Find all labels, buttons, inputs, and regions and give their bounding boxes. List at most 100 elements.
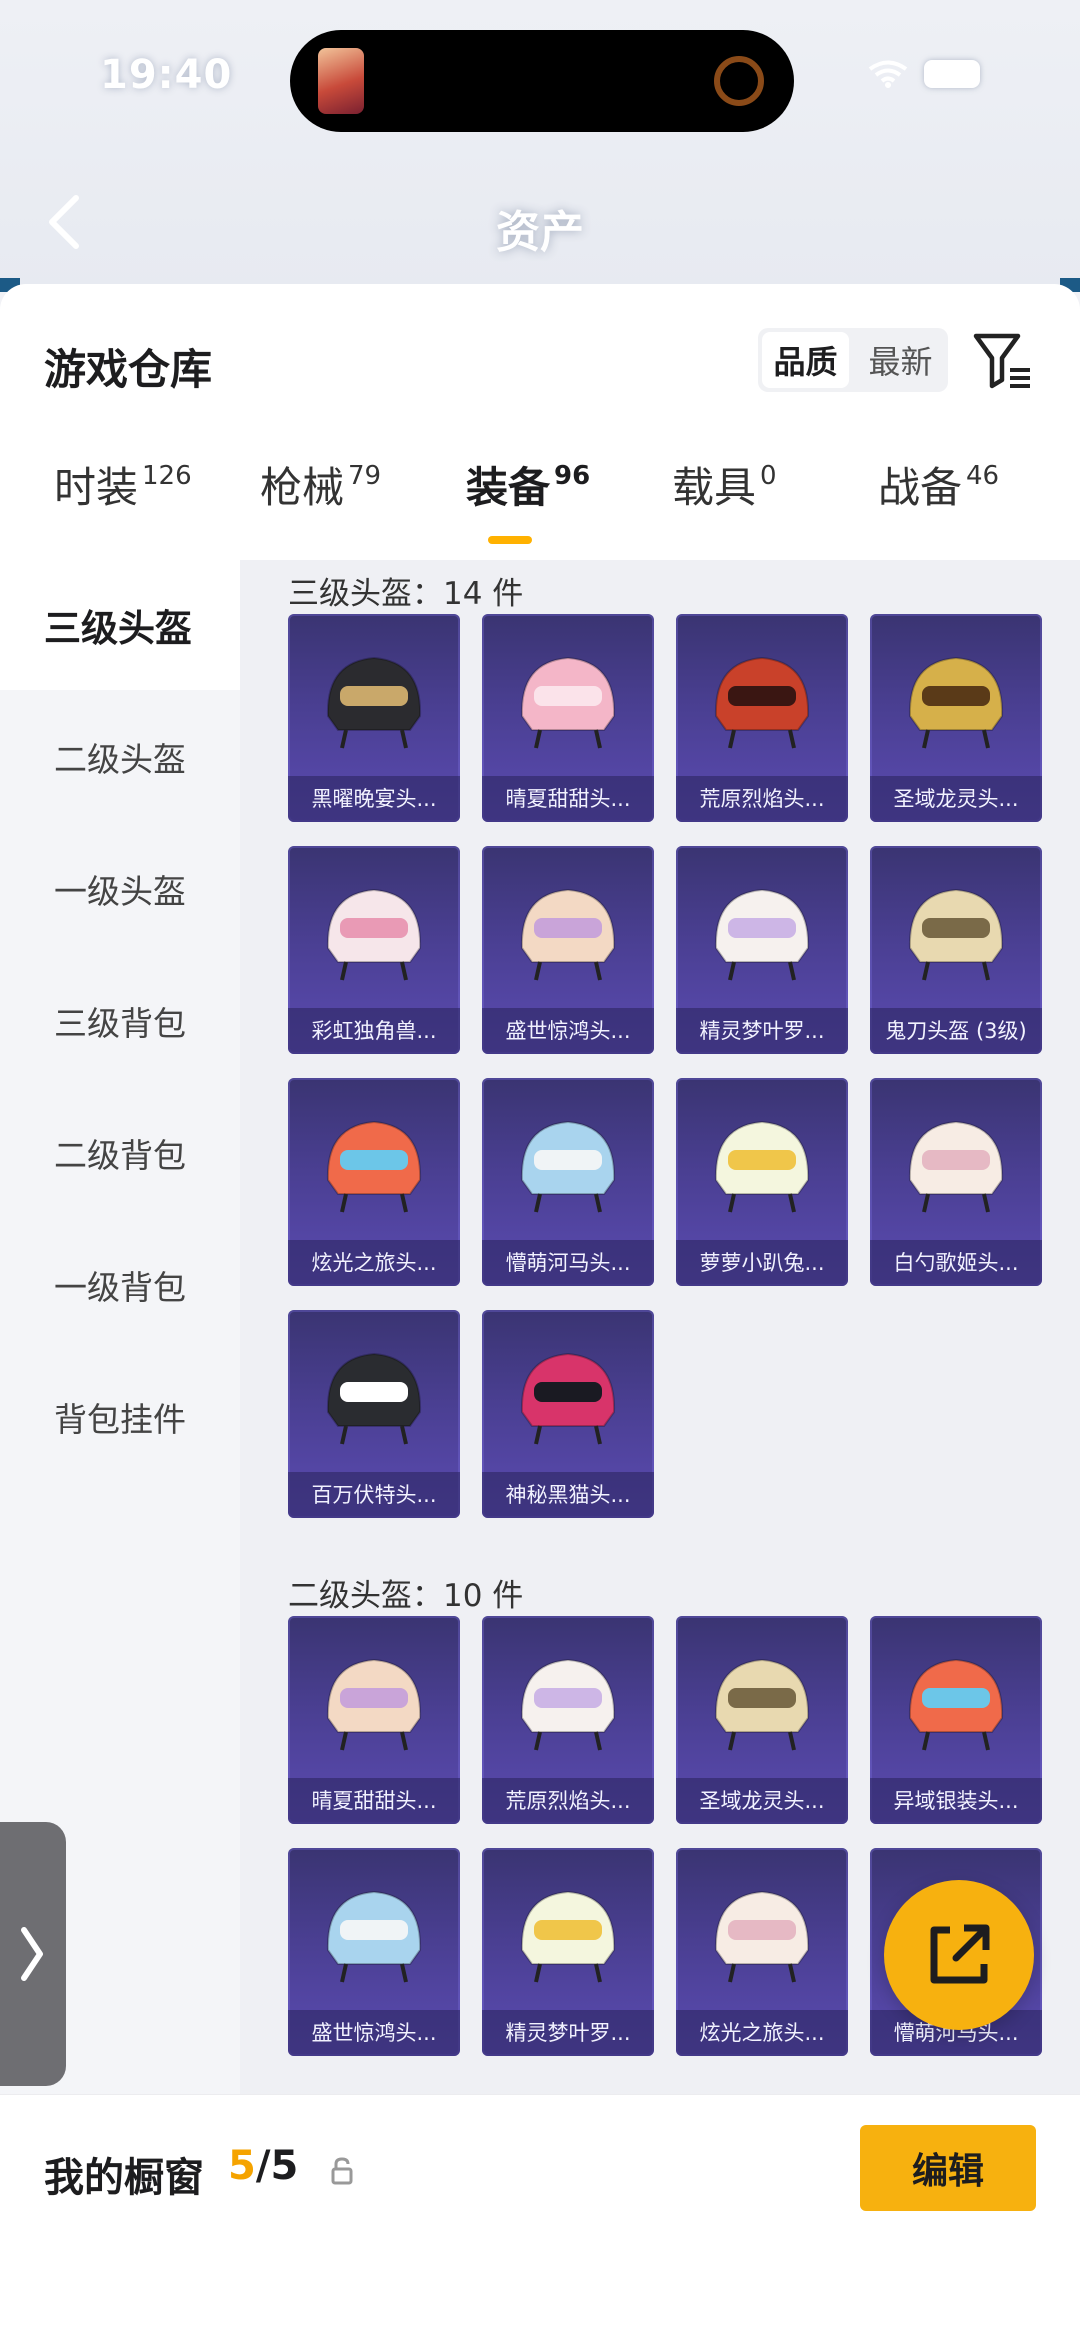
share-button[interactable] <box>884 1880 1034 2030</box>
warehouse-sheet: 游戏仓库 品质 最新 时装 126 枪械 79 装备 96 载具 0 战备 46 三级头盔… <box>0 284 1080 2341</box>
helmet-icon <box>908 888 1004 981</box>
helmet-icon <box>326 1352 422 1445</box>
share-icon <box>930 1924 990 1984</box>
helmet-icon <box>714 1890 810 1983</box>
battery-icon <box>924 60 980 88</box>
tab-count: 46 <box>966 461 1000 491</box>
tab-vehicles[interactable]: 载具 0 <box>672 454 777 554</box>
item-card[interactable]: 晴夏甜甜头... <box>482 614 654 822</box>
showcase-count-total: /5 <box>255 2143 299 2189</box>
category-tabs: 时装 126 枪械 79 装备 96 载具 0 战备 46 <box>0 454 1080 554</box>
sort-quality-button[interactable]: 品质 <box>762 332 849 388</box>
tab-fashion[interactable]: 时装 126 <box>54 454 192 554</box>
edit-button[interactable]: 编辑 <box>860 2125 1036 2211</box>
wifi-icon <box>868 60 908 88</box>
sort-newest-button[interactable]: 最新 <box>853 328 948 392</box>
showcase-bar: 我的橱窗 5/5 编辑 <box>0 2094 1080 2341</box>
sidebar-item-level2-backpack[interactable]: 二级背包 <box>0 1088 240 1218</box>
helmet-icon <box>908 1120 1004 1213</box>
item-card[interactable]: 荒原烈焰头... <box>676 614 848 822</box>
sidebar-item-level3-backpack[interactable]: 三级背包 <box>0 956 240 1086</box>
item-card[interactable]: 盛世惊鸿头... <box>288 1848 460 2056</box>
recording-indicator-icon <box>714 56 764 106</box>
item-name: 白勺歌姬头... <box>870 1240 1042 1286</box>
sidebar-item-level2-helmet[interactable]: 二级头盔 <box>0 692 240 822</box>
sort-toggle: 品质 最新 <box>758 328 948 392</box>
tab-label: 载具 <box>672 463 757 512</box>
sidebar-item-level1-helmet[interactable]: 一级头盔 <box>0 824 240 954</box>
item-card[interactable]: 圣域龙灵头... <box>870 614 1042 822</box>
helmet-icon <box>326 1890 422 1983</box>
tab-count: 126 <box>142 461 192 491</box>
helmet-icon <box>520 1890 616 1983</box>
item-card[interactable]: 炫光之旅头... <box>288 1078 460 1286</box>
item-card[interactable]: 彩虹独角兽... <box>288 846 460 1054</box>
chevron-right-icon <box>21 1927 43 1981</box>
showcase-count-current: 5 <box>228 2143 256 2189</box>
item-name: 精灵梦叶罗... <box>676 1008 848 1054</box>
helmet-icon <box>326 1120 422 1213</box>
helmet-icon <box>520 888 616 981</box>
page-title: 资产 <box>496 207 584 258</box>
item-card[interactable]: 精灵梦叶罗... <box>676 846 848 1054</box>
item-card[interactable]: 鬼刀头盔 (3级) <box>870 846 1042 1054</box>
item-card[interactable]: 精灵梦叶罗... <box>482 1848 654 2056</box>
item-card[interactable]: 萝萝小趴兔... <box>676 1078 848 1286</box>
item-card[interactable]: 炫光之旅头... <box>676 1848 848 2056</box>
side-drawer-handle[interactable] <box>0 1822 66 2086</box>
helmet-icon <box>714 888 810 981</box>
item-name: 晴夏甜甜头... <box>288 1778 460 1824</box>
showcase-count: 5/5 <box>228 2143 298 2189</box>
helmet-icon <box>714 1658 810 1751</box>
tab-label: 时装 <box>54 463 139 512</box>
tab-label: 枪械 <box>260 463 345 512</box>
tab-count: 96 <box>554 461 591 491</box>
tab-count: 0 <box>760 461 777 491</box>
sheet-title: 游戏仓库 <box>44 345 213 394</box>
item-name: 精灵梦叶罗... <box>482 2010 654 2056</box>
top-bar: 19:40 资产 <box>0 0 1080 292</box>
item-name: 圣域龙灵头... <box>676 1778 848 1824</box>
item-card[interactable]: 神秘黑猫头... <box>482 1310 654 1518</box>
status-time: 19:40 <box>100 52 233 98</box>
helmet-icon <box>908 656 1004 749</box>
item-card[interactable]: 白勺歌姬头... <box>870 1078 1042 1286</box>
item-card[interactable]: 圣域龙灵头... <box>676 1616 848 1824</box>
item-name: 彩虹独角兽... <box>288 1008 460 1054</box>
item-card[interactable]: 盛世惊鸿头... <box>482 846 654 1054</box>
now-playing-thumbnail <box>318 48 364 114</box>
item-card[interactable]: 懵萌河马头... <box>482 1078 654 1286</box>
tab-firearms[interactable]: 枪械 79 <box>260 454 381 554</box>
item-name: 圣域龙灵头... <box>870 776 1042 822</box>
tab-label: 战备 <box>878 463 963 512</box>
section-title: 二级头盔：10 件 <box>288 1578 524 1614</box>
tab-supplies[interactable]: 战备 46 <box>878 454 999 554</box>
item-card[interactable]: 荒原烈焰头... <box>482 1616 654 1824</box>
item-name: 盛世惊鸿头... <box>288 2010 460 2056</box>
helmet-icon <box>326 888 422 981</box>
filter-icon[interactable] <box>972 330 1034 392</box>
helmet-icon <box>908 1658 1004 1751</box>
showcase-title: 我的橱窗 <box>44 2155 204 2201</box>
item-name: 荒原烈焰头... <box>482 1778 654 1824</box>
sidebar-item-level1-backpack[interactable]: 一级背包 <box>0 1220 240 1350</box>
active-tab-indicator <box>488 536 532 544</box>
item-name: 盛世惊鸿头... <box>482 1008 654 1054</box>
item-card[interactable]: 晴夏甜甜头... <box>288 1616 460 1824</box>
item-name: 晴夏甜甜头... <box>482 776 654 822</box>
helmet-icon <box>714 656 810 749</box>
item-name: 黑曜晚宴头... <box>288 776 460 822</box>
helmet-icon <box>520 1352 616 1445</box>
dynamic-island <box>290 30 794 132</box>
item-name: 百万伏特头... <box>288 1472 460 1518</box>
helmet-icon <box>714 1120 810 1213</box>
item-card[interactable]: 百万伏特头... <box>288 1310 460 1518</box>
sidebar-item-backpack-pendant[interactable]: 背包挂件 <box>0 1352 240 1482</box>
item-grid: 三级头盔：14 件 二级头盔：10 件 黑曜晚宴头... 晴夏甜甜头... 荒原烈焰… <box>240 560 1080 2341</box>
item-name: 荒原烈焰头... <box>676 776 848 822</box>
tab-label: 装备 <box>466 463 551 512</box>
sidebar-item-level3-helmet[interactable]: 三级头盔 <box>0 560 240 690</box>
item-card[interactable]: 黑曜晚宴头... <box>288 614 460 822</box>
status-icons <box>868 60 980 88</box>
item-card[interactable]: 异域银装头... <box>870 1616 1042 1824</box>
